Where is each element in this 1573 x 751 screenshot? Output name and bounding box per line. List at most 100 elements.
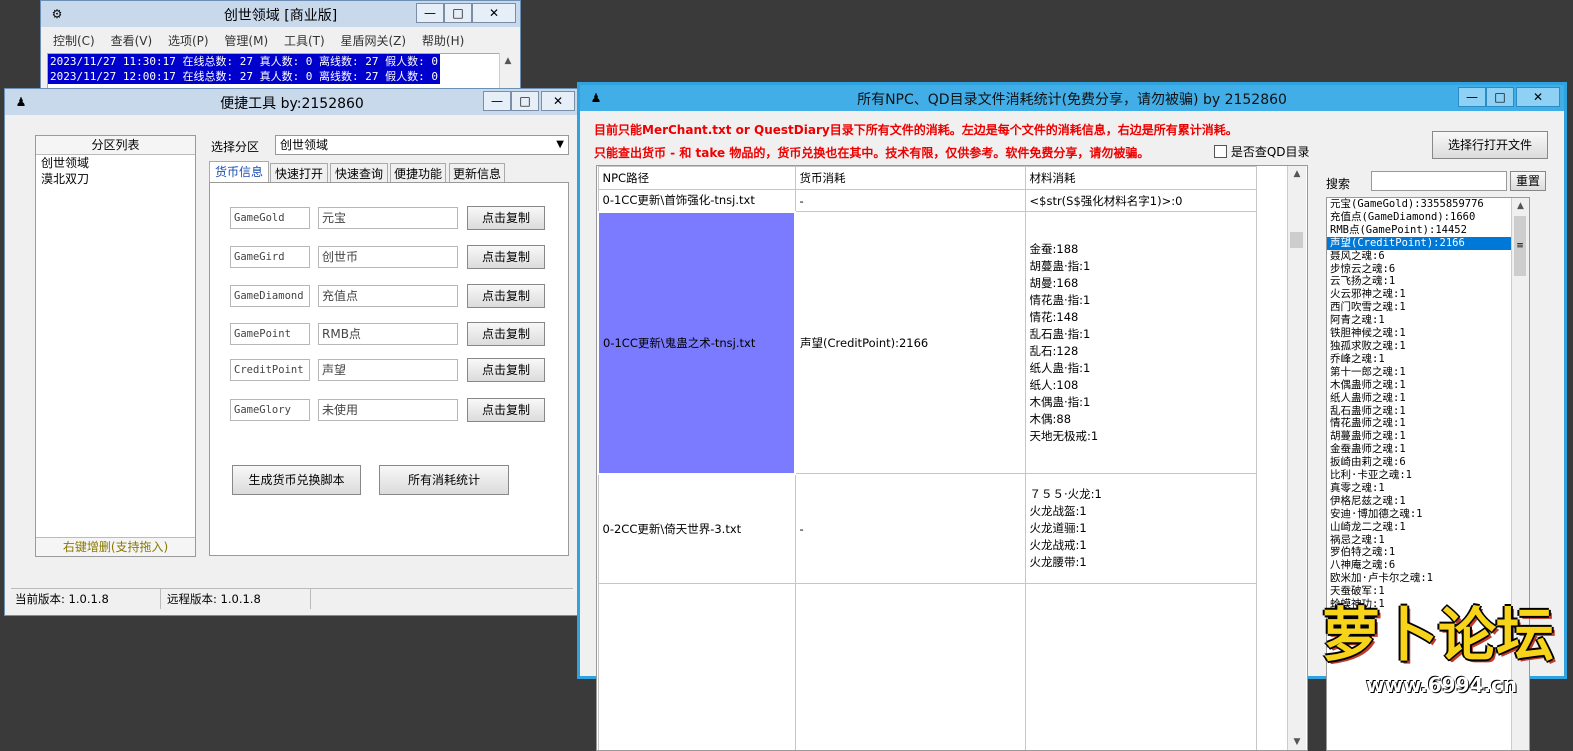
path-cell[interactable]: 0-2CC更新\倚天世界-3.txt [598,474,795,584]
currency-cell[interactable]: - [795,190,1025,212]
currency-cell[interactable] [795,584,1025,751]
path-cell[interactable]: 0-1CC更新\鬼蛊之术-tnsj.txt [598,212,795,474]
summary-item[interactable]: 罗伯特之魂:1 [1327,546,1529,559]
scroll-up-icon[interactable]: ▲ [1288,166,1306,182]
summary-item[interactable]: 胡蔓蛊师之魂:1 [1327,430,1529,443]
column-header[interactable]: 货币消耗 [795,167,1025,190]
summary-item[interactable]: 金蚕蛊师之魂:1 [1327,443,1529,456]
summary-item[interactable]: 情花蛊师之魂:1 [1327,417,1529,430]
summary-item[interactable]: 火云邪神之魂:1 [1327,288,1529,301]
close-button[interactable]: ✕ [541,91,575,111]
table-row[interactable] [598,584,1256,751]
currency-code-field[interactable]: CreditPoint [230,359,310,381]
currency-code-field[interactable]: GameGird [230,246,310,268]
minimize-button[interactable]: — [1458,87,1486,107]
summary-item[interactable]: 扳崎由莉之魂:6 [1327,456,1529,469]
copy-button[interactable]: 点击复制 [467,358,545,382]
table-row[interactable]: 0-2CC更新\倚天世界-3.txt - ７５５·火龙:1 火龙战盔:1 火龙道… [598,474,1256,584]
menu-tools[interactable]: 工具(T) [278,29,331,52]
copy-button[interactable]: 点击复制 [467,322,545,346]
currency-name-field[interactable]: RMB点 [318,323,458,345]
column-header[interactable]: 材料消耗 [1025,167,1256,190]
npc-grid[interactable]: NPC路径 货币消耗 材料消耗 0-1CC更新\首饰强化-tnsj.txt - … [596,165,1308,751]
menu-control[interactable]: 控制(C) [47,29,101,52]
minimize-button[interactable]: — [483,91,511,111]
materials-cell[interactable]: ７５５·火龙:1 火龙战盔:1 火龙道骊:1 火龙战戒:1 火龙腰带:1 [1025,474,1256,584]
column-header[interactable]: NPC路径 [598,167,795,190]
summary-item[interactable]: 元宝(GameGold):3355859776 [1327,198,1529,211]
copy-button[interactable]: 点击复制 [467,245,545,269]
table-row[interactable]: 0-1CC更新\首饰强化-tnsj.txt - <$str(S$强化材料名字1)… [598,190,1256,212]
tab-convenience[interactable]: 便捷功能 [390,163,446,183]
summary-item[interactable]: 伊格尼兹之魂:1 [1327,495,1529,508]
copy-button[interactable]: 点击复制 [467,398,545,422]
currency-name-field[interactable]: 充值点 [318,285,458,307]
scroll-up-icon[interactable]: ▲ [1512,198,1529,214]
summary-item[interactable]: 乔峰之魂:1 [1327,353,1529,366]
reset-button[interactable]: 重置 [1510,171,1546,191]
close-button[interactable]: ✕ [1516,87,1560,107]
summary-item[interactable]: 山崎龙二之魂:1 [1327,521,1529,534]
materials-cell[interactable]: <$str(S$强化材料名字1)>:0 [1025,190,1256,212]
tab-update-info[interactable]: 更新信息 [449,163,505,183]
summary-item[interactable]: 阿青之魂:1 [1327,314,1529,327]
maximize-button[interactable]: □ [511,91,539,111]
currency-name-field[interactable]: 创世币 [318,246,458,268]
summary-item[interactable]: 比利·卡亚之魂:1 [1327,469,1529,482]
log-panel[interactable]: 2023/11/27 11:30:17 在线总数: 27 真人数: 0 离线数:… [47,53,509,89]
summary-item[interactable]: 声望(CreditPoint):2166 [1327,237,1529,250]
summary-item[interactable]: 安迪·博加德之魂:1 [1327,508,1529,521]
summary-item[interactable]: RMB点(GamePoint):14452 [1327,224,1529,237]
maximize-button[interactable]: □ [1486,87,1514,107]
currency-cell[interactable]: - [795,474,1025,584]
partition-item[interactable]: 创世领域 [36,155,195,171]
summary-item[interactable]: 西门吹雪之魂:1 [1327,301,1529,314]
close-button[interactable]: ✕ [472,3,516,23]
summary-item[interactable]: 欧米加·卢卡尔之魂:1 [1327,572,1529,585]
log-scrollbar[interactable]: ▲ [499,53,516,89]
path-cell[interactable]: 0-1CC更新\首饰强化-tnsj.txt [598,190,795,212]
partition-list[interactable]: 分区列表 创世领域 漠北双刀 右键增删(支持拖入) [35,135,196,557]
menu-gateway[interactable]: 星盾网关(Z) [335,29,413,52]
currency-code-field[interactable]: GameGold [230,207,310,229]
summary-item[interactable]: 真零之魂:1 [1327,482,1529,495]
grid-scrollbar[interactable]: ▲ ▼ [1287,166,1306,750]
summary-item[interactable]: 步惊云之魂:6 [1327,263,1529,276]
scroll-thumb[interactable] [1290,232,1303,248]
scroll-up-icon[interactable]: ▲ [500,53,516,69]
summary-item[interactable]: 聂风之魂:6 [1327,250,1529,263]
all-stats-button[interactable]: 所有消耗统计 [379,465,509,495]
currency-code-field[interactable]: GamePoint [230,323,310,345]
maximize-button[interactable]: □ [444,3,472,23]
tab-currency-info[interactable]: 货币信息 [209,161,269,183]
currency-name-field[interactable]: 元宝 [318,207,458,229]
summary-item[interactable]: 云飞扬之魂:1 [1327,275,1529,288]
summary-item[interactable]: 祸忌之魂:1 [1327,534,1529,547]
copy-button[interactable]: 点击复制 [467,284,545,308]
generate-script-button[interactable]: 生成货币兑换脚本 [232,465,361,495]
summary-item[interactable]: 乱石蛊师之魂:1 [1327,405,1529,418]
menu-manage[interactable]: 管理(M) [218,29,274,52]
currency-cell[interactable]: 声望(CreditPoint):2166 [795,212,1025,474]
summary-item[interactable]: 木偶蛊师之魂:1 [1327,379,1529,392]
tab-quick-query[interactable]: 快速查询 [330,163,388,183]
summary-item[interactable]: 第十一郎之魂:1 [1327,366,1529,379]
materials-cell[interactable]: 金蚕:188 胡蔓蛊·指:1 胡曼:168 情花蛊·指:1 情花:148 乱石蛊… [1025,212,1256,474]
minimize-button[interactable]: — [416,3,444,23]
summary-item[interactable]: 纸人蛊师之魂:1 [1327,392,1529,405]
currency-name-field[interactable]: 声望 [318,359,458,381]
path-cell[interactable] [598,584,795,751]
stats-titlebar[interactable]: ♟ 所有NPC、QD目录文件消耗统计(免费分享，请勿被骗) by 2152860… [580,85,1564,111]
partition-item[interactable]: 漠北双刀 [36,171,195,187]
search-input[interactable] [1371,171,1507,191]
summary-item[interactable]: 铁胆神候之魂:1 [1327,327,1529,340]
tab-quick-open[interactable]: 快速打开 [270,163,328,183]
copy-button[interactable]: 点击复制 [467,206,545,230]
currency-code-field[interactable]: GameGlory [230,399,310,421]
scroll-thumb[interactable]: ≡ [1514,216,1526,276]
scroll-down-icon[interactable]: ▼ [1288,734,1306,750]
open-selected-file-button[interactable]: 选择行打开文件 [1432,131,1548,159]
currency-code-field[interactable]: GameDiamond [230,285,310,307]
currency-name-field[interactable]: 未使用 [318,399,458,421]
table-row[interactable]: 0-1CC更新\鬼蛊之术-tnsj.txt 声望(CreditPoint):21… [598,212,1256,474]
